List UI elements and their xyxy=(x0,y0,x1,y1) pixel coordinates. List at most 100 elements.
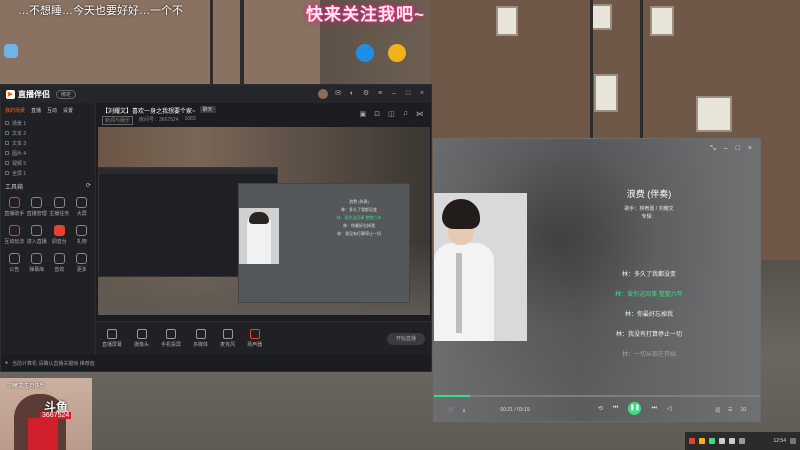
streaming-app-window[interactable]: ▶ 直播伴侣 绑定 ✉ ◐ ⚙ ≡ – □ × 我的场景 直播 互动 设置 场景… xyxy=(0,84,432,372)
speaker-button[interactable]: 扬声器 xyxy=(247,329,262,348)
stream-preview[interactable]: 浪费 (伴奏) 林：多久了我都没变 林：爱你这回事 整整六年 林：你最好忘掉我 … xyxy=(98,127,430,315)
screen-capture-button[interactable]: 直播屏幕 xyxy=(102,329,122,348)
bell-icon[interactable]: ♫ xyxy=(403,110,408,118)
skin-icon[interactable]: ◐ xyxy=(348,90,356,98)
tool-live-assistant[interactable]: 直播助手 xyxy=(3,197,26,217)
tool-label: 直播屏幕 xyxy=(102,342,123,348)
checkbox[interactable] xyxy=(5,161,9,165)
start-live-button[interactable]: 开始直播 xyxy=(387,332,425,345)
maximize-icon[interactable]: □ xyxy=(404,90,412,98)
prev-icon[interactable]: ⏮ xyxy=(613,405,618,412)
tab-interact[interactable]: 互动 xyxy=(47,107,57,114)
network-icon[interactable] xyxy=(719,438,725,444)
media-button[interactable]: 多媒体 xyxy=(193,329,208,348)
close-icon[interactable]: × xyxy=(418,90,426,98)
tool-interactive[interactable]: 互动玩法 xyxy=(3,225,26,245)
tool-label: 弹幕库 xyxy=(29,267,45,273)
overlay-title: 快来关注我吧~ xyxy=(306,5,425,24)
menu-icon[interactable]: ≡ xyxy=(376,90,384,98)
room-category[interactable]: 新闻与娱乐 xyxy=(102,116,134,125)
input-method-icon[interactable] xyxy=(739,438,745,444)
app-shortcut-icon[interactable] xyxy=(388,44,406,62)
progress-bar[interactable] xyxy=(434,395,760,397)
checkbox[interactable] xyxy=(5,121,9,125)
tool-host-tasks[interactable]: 主播任务 xyxy=(48,197,71,217)
settings-icon[interactable]: ⚙ xyxy=(362,90,370,98)
tool-live-manage[interactable]: 直播管理 xyxy=(26,197,49,217)
song-album[interactable]: 专辑： xyxy=(584,213,714,221)
tool-big-screen[interactable]: 大屏 xyxy=(71,197,94,217)
scene-label: 图片 4 xyxy=(12,150,27,157)
lyrics-panel[interactable]: 林：多久了我都没变 林：爱你这回事 整整六年 林：你最好忘掉我 林：我没有打算停… xyxy=(584,265,714,365)
tool-mixer[interactable]: 调音台 xyxy=(48,225,71,245)
maximize-icon[interactable]: □ xyxy=(736,145,740,153)
nested-song-title: 浪费 (伴奏) xyxy=(349,199,369,204)
tray-app-icon[interactable] xyxy=(689,438,695,444)
list-item[interactable]: 场景 1 xyxy=(5,118,91,128)
notification-icon[interactable] xyxy=(790,438,796,444)
checkbox[interactable] xyxy=(5,131,9,135)
tab-scenes[interactable]: 我的场景 xyxy=(5,107,25,114)
screen-icon xyxy=(107,329,117,339)
next-icon[interactable]: ⏭ xyxy=(651,405,656,412)
download-icon[interactable]: ⇣ xyxy=(461,407,466,414)
browser-icon[interactable] xyxy=(356,44,374,62)
list-item[interactable]: 全屏 1 xyxy=(5,168,91,178)
playlist-icon[interactable]: ☰ xyxy=(728,407,732,414)
tools-grid: 直播助手 直播管理 主播任务 大屏 互动玩法 进入直播 调音台 礼物 公告 弹幕… xyxy=(1,191,95,279)
lyric-line: 林：你最好忘掉我 xyxy=(624,312,673,318)
volume-icon[interactable]: ◁ xyxy=(667,405,672,412)
pause-button[interactable]: ❚❚ xyxy=(628,402,642,415)
close-icon[interactable]: × xyxy=(748,145,752,153)
refresh-icon[interactable]: ⟳ xyxy=(86,182,91,191)
tray-app-icon[interactable] xyxy=(709,438,715,444)
clock[interactable]: 12:54 xyxy=(773,438,786,444)
avatar[interactable] xyxy=(318,89,328,99)
lyrics-toggle[interactable]: 词 xyxy=(715,407,720,414)
volume-icon[interactable] xyxy=(729,438,735,444)
microphone-icon xyxy=(222,329,233,339)
tool-label: 手机投屏 xyxy=(161,342,182,348)
tool-label: 大屏 xyxy=(76,211,87,217)
tab-settings[interactable]: 设置 xyxy=(63,107,73,114)
room-title[interactable]: 【刘耀文】喜欢一身之我想要个家~ xyxy=(102,106,196,115)
preview-nested-player: 浪费 (伴奏) 林：多久了我都没变 林：爱你这回事 整整六年 林：你最好忘掉我 … xyxy=(238,183,410,303)
tool-danmaku[interactable]: 弹幕库 xyxy=(26,253,49,273)
like-icon[interactable]: ♡ xyxy=(448,407,453,414)
recycle-bin-icon[interactable] xyxy=(4,44,18,58)
list-item[interactable]: 图片 4 xyxy=(5,148,91,158)
tool-more[interactable]: 更多 xyxy=(71,253,94,273)
compact-mode-icon[interactable]: ⤡ xyxy=(710,145,716,153)
checkbox[interactable] xyxy=(5,171,9,175)
account-badge[interactable]: 绑定 xyxy=(56,89,77,99)
minimize-icon[interactable]: – xyxy=(390,90,398,98)
message-icon[interactable]: ✉ xyxy=(334,90,342,98)
playlist-count[interactable]: 10 xyxy=(740,407,746,414)
checkbox[interactable] xyxy=(5,151,9,155)
share-screen-icon[interactable]: ▣ xyxy=(360,110,367,118)
left-tabs: 我的场景 直播 互动 设置 xyxy=(1,103,95,118)
list-item[interactable]: 文本 3 xyxy=(5,138,91,148)
tab-live[interactable]: 直播 xyxy=(31,107,41,114)
play-time: 00:21 / 03:19 xyxy=(500,407,530,413)
camera-button[interactable]: 摄像头 xyxy=(134,329,149,348)
tool-sound-effects[interactable]: 音效 xyxy=(48,253,71,273)
nested-lyric-current: 林：爱你这回事 整整六年 xyxy=(336,215,382,220)
lock-icon[interactable]: ⊡ xyxy=(374,110,380,118)
record-icon[interactable]: ◫ xyxy=(388,110,395,118)
list-item[interactable]: 视频 5 xyxy=(5,158,91,168)
music-player-window[interactable]: ⤡ – □ × 浪费 (伴奏) 歌手：林宥嘉 / 刘耀文 专辑： 林：多久了我都… xyxy=(433,138,761,422)
tool-enter-live[interactable]: 进入直播 xyxy=(26,225,49,245)
tray-app-icon[interactable] xyxy=(699,438,705,444)
share-icon[interactable]: ⋈ xyxy=(416,110,423,118)
song-artist[interactable]: 歌手：林宥嘉 / 刘耀文 xyxy=(584,205,714,213)
checkbox[interactable] xyxy=(5,141,9,145)
tool-gift[interactable]: 礼物 xyxy=(71,225,94,245)
phone-cast-button[interactable]: 手机投屏 xyxy=(161,329,181,348)
tool-notice[interactable]: 公告 xyxy=(3,253,26,273)
minimize-icon[interactable]: – xyxy=(724,145,728,153)
loop-icon[interactable]: ⟲ xyxy=(598,405,603,412)
microphone-button[interactable]: 麦克风 xyxy=(220,329,235,348)
room-tag[interactable]: 聊天 xyxy=(199,106,216,113)
list-item[interactable]: 文本 2 xyxy=(5,128,91,138)
